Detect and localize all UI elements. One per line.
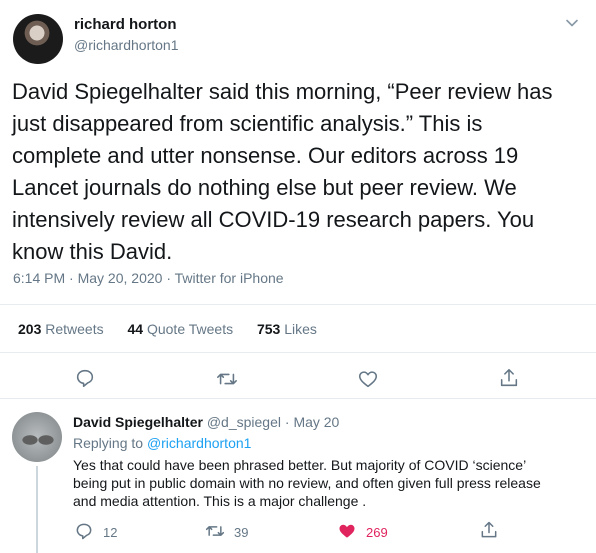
reply-icon[interactable] [74, 367, 96, 389]
reply-text: Yes that could have been phrased better.… [73, 457, 541, 509]
retweets-count: 203 [18, 321, 42, 337]
reply-header: David Spiegelhalter @d_spiegel · May 20 [73, 414, 339, 430]
tweet-date[interactable]: May 20, 2020 [78, 270, 163, 286]
like-icon[interactable] [357, 368, 379, 390]
reply-count: 12 [103, 525, 118, 540]
retweet-count: 39 [234, 525, 249, 540]
meta-separator: · [162, 270, 175, 286]
divider [0, 398, 596, 399]
replying-to: Replying to @richardhorton1 [73, 435, 251, 451]
reply-author-avatar[interactable] [12, 412, 62, 462]
tweet-time[interactable]: 6:14 PM [13, 270, 65, 286]
reply-date[interactable]: May 20 [293, 414, 339, 430]
retweets-stat[interactable]: 203 Retweets [18, 321, 104, 337]
thread-line [36, 466, 38, 553]
quotes-stat[interactable]: 44 Quote Tweets [128, 321, 234, 337]
like-count: 269 [366, 525, 388, 540]
likes-count: 753 [256, 321, 281, 337]
divider [0, 352, 596, 353]
likes-label: Likes [280, 321, 317, 337]
retweet-icon[interactable] [216, 368, 238, 390]
meta-separator: · [65, 270, 78, 286]
divider [0, 304, 596, 305]
quotes-label: Quote Tweets [143, 321, 234, 337]
quotes-count: 44 [127, 321, 144, 337]
replying-to-link[interactable]: @richardhorton1 [147, 435, 252, 451]
tweet-meta: 6:14 PM · May 20, 2020 · Twitter for iPh… [13, 270, 284, 286]
author-name[interactable]: richard horton [74, 16, 177, 33]
author-handle[interactable]: @richardhorton1 [74, 37, 179, 53]
tweet-source[interactable]: Twitter for iPhone [175, 270, 284, 286]
reply-separator: · [280, 414, 294, 430]
reply-author-handle[interactable]: @d_spiegel [207, 414, 281, 430]
reply-icon[interactable] [74, 521, 94, 541]
retweet-icon[interactable] [205, 521, 225, 541]
share-icon[interactable] [479, 520, 499, 540]
reply-author-name[interactable]: David Spiegelhalter [73, 414, 203, 430]
like-icon[interactable] [337, 521, 357, 541]
retweets-label: Retweets [41, 321, 104, 337]
caret-down-icon[interactable] [564, 15, 580, 31]
likes-stat[interactable]: 753 Likes [257, 321, 317, 337]
replying-to-prefix: Replying to [73, 435, 147, 451]
tweet-stats: 203 Retweets 44 Quote Tweets 753 Likes [18, 321, 337, 337]
author-avatar[interactable] [13, 14, 63, 64]
tweet-text: David Spiegelhalter said this morning, “… [12, 79, 553, 264]
share-icon[interactable] [498, 367, 520, 389]
